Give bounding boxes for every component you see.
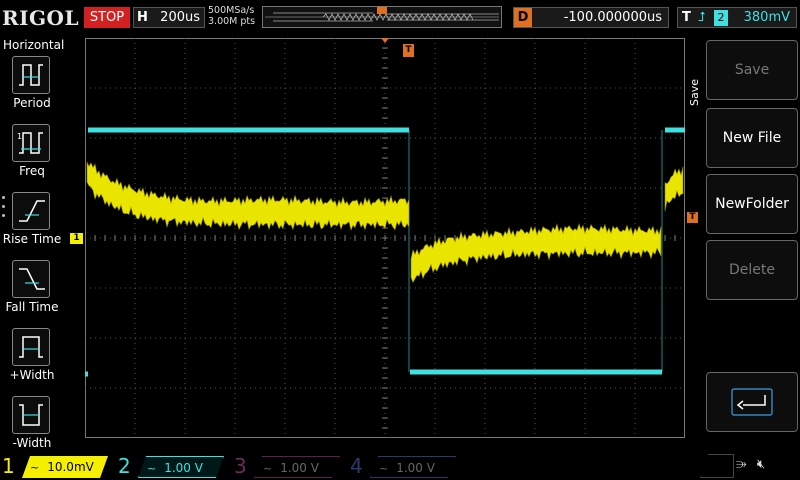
- measure-positive-width[interactable]: +Width: [0, 328, 64, 394]
- delay-label: D: [514, 8, 532, 27]
- delete-button-label: Delete: [729, 262, 775, 278]
- positive-width-icon: [12, 328, 50, 366]
- channel-2-tab[interactable]: 2 ~1.00 V: [116, 454, 224, 478]
- delay-box[interactable]: D -100.000000us: [513, 7, 669, 28]
- measure-menu: Horizontal Period 1 Freq Rise Time Fall …: [0, 36, 64, 450]
- channel-4-scale: 1.00 V: [396, 461, 435, 475]
- status-bar: RIGOL STOP H 200us 500MSa/s 3.00M pts D …: [0, 0, 800, 36]
- sample-rate: 500MSa/s: [208, 5, 255, 16]
- new-folder-button[interactable]: NewFolder: [706, 174, 798, 234]
- channel-3-scale: 1.00 V: [280, 461, 319, 475]
- channel-1-scale: 10.0mV: [47, 460, 94, 474]
- measure-rise-time-label: Rise Time: [2, 232, 62, 246]
- ch1-offset-marker[interactable]: 1: [70, 233, 83, 244]
- measure-negative-width-label: -Width: [12, 436, 52, 450]
- run-stop-indicator[interactable]: STOP: [84, 7, 130, 28]
- speaker-muted-icon: 🔇︎: [756, 457, 766, 472]
- trigger-level: 380mV: [743, 10, 790, 25]
- horizontal-label: H: [137, 10, 148, 25]
- channel-2-number: 2: [118, 454, 131, 478]
- return-button[interactable]: [706, 372, 798, 432]
- trigger-box[interactable]: T ⮥ 2 380mV: [677, 7, 797, 28]
- brand-logo: RIGOL: [2, 6, 80, 30]
- spacer-strip: [700, 454, 734, 478]
- usb-icon: ⭄: [736, 457, 747, 472]
- memory-overview-waveform: [265, 7, 499, 22]
- memory-trigger-marker: [377, 7, 387, 14]
- channel-2-scale: 1.00 V: [164, 461, 203, 475]
- negative-width-icon: [12, 396, 50, 434]
- channel-3-number: 3: [234, 454, 247, 478]
- new-folder-button-label: NewFolder: [715, 196, 789, 212]
- memory-overview[interactable]: [262, 6, 502, 28]
- fall-time-icon: [12, 260, 50, 298]
- channel-4-coupling: ~: [379, 462, 389, 475]
- measure-frequency[interactable]: 1 Freq: [0, 124, 64, 190]
- save-button[interactable]: Save: [706, 40, 798, 100]
- measure-frequency-label: Freq: [19, 164, 45, 178]
- trigger-position-marker[interactable]: T: [403, 44, 414, 57]
- period-icon: [12, 56, 50, 94]
- trigger-position-marker-label: T: [405, 45, 412, 55]
- trigger-source: 2: [714, 10, 728, 26]
- menu-title: Horizontal: [3, 38, 65, 52]
- timebase-box[interactable]: H 200us: [133, 7, 205, 28]
- measure-period[interactable]: Period: [0, 56, 64, 122]
- return-arrow-icon: [731, 388, 773, 416]
- save-menu-title: Save: [688, 78, 701, 106]
- waveform-canvas: [84, 37, 686, 439]
- measure-period-label: Period: [13, 96, 51, 110]
- new-file-button[interactable]: New File: [706, 108, 798, 168]
- channel-1-tab[interactable]: 1 ~10.0mV: [0, 454, 108, 478]
- measure-positive-width-label: +Width: [9, 368, 55, 382]
- trigger-label: T: [682, 10, 691, 25]
- measure-fall-time-label: Fall Time: [5, 300, 59, 314]
- delete-button[interactable]: Delete: [706, 240, 798, 300]
- measure-fall-time[interactable]: Fall Time: [0, 260, 64, 326]
- ch1-offset-marker-label: 1: [73, 233, 80, 243]
- acquisition-info: 500MSa/s 3.00M pts: [208, 5, 255, 27]
- channel-3-coupling: ~: [263, 462, 273, 475]
- status-icons: ⭄ 🔇︎: [736, 457, 765, 472]
- save-button-label: Save: [734, 62, 770, 78]
- new-file-button-label: New File: [722, 130, 782, 146]
- memory-depth: 3.00M pts: [208, 16, 256, 27]
- svg-text:1: 1: [17, 132, 22, 141]
- channel-bar: 1 ~10.0mV 2 ~1.00 V 3 ~1.00 V 4 ~1.00 V …: [0, 452, 800, 480]
- save-menu: Save Save New File NewFolder Delete: [686, 36, 800, 450]
- rise-time-icon: [12, 192, 50, 230]
- rising-edge-icon: ⮥: [698, 10, 706, 25]
- channel-1-coupling: ~: [30, 461, 40, 474]
- channel-4-number: 4: [350, 454, 363, 478]
- frequency-icon: 1: [12, 124, 50, 162]
- channel-4-tab[interactable]: 4 ~1.00 V: [348, 454, 456, 478]
- channel-3-tab[interactable]: 3 ~1.00 V: [232, 454, 340, 478]
- measure-rise-time[interactable]: Rise Time: [0, 192, 64, 258]
- channel-2-coupling: ~: [147, 462, 157, 475]
- timebase-value: 200us: [160, 10, 200, 25]
- delay-value: -100.000000us: [563, 10, 662, 25]
- waveform-display[interactable]: [84, 37, 686, 439]
- channel-1-number: 1: [2, 454, 15, 478]
